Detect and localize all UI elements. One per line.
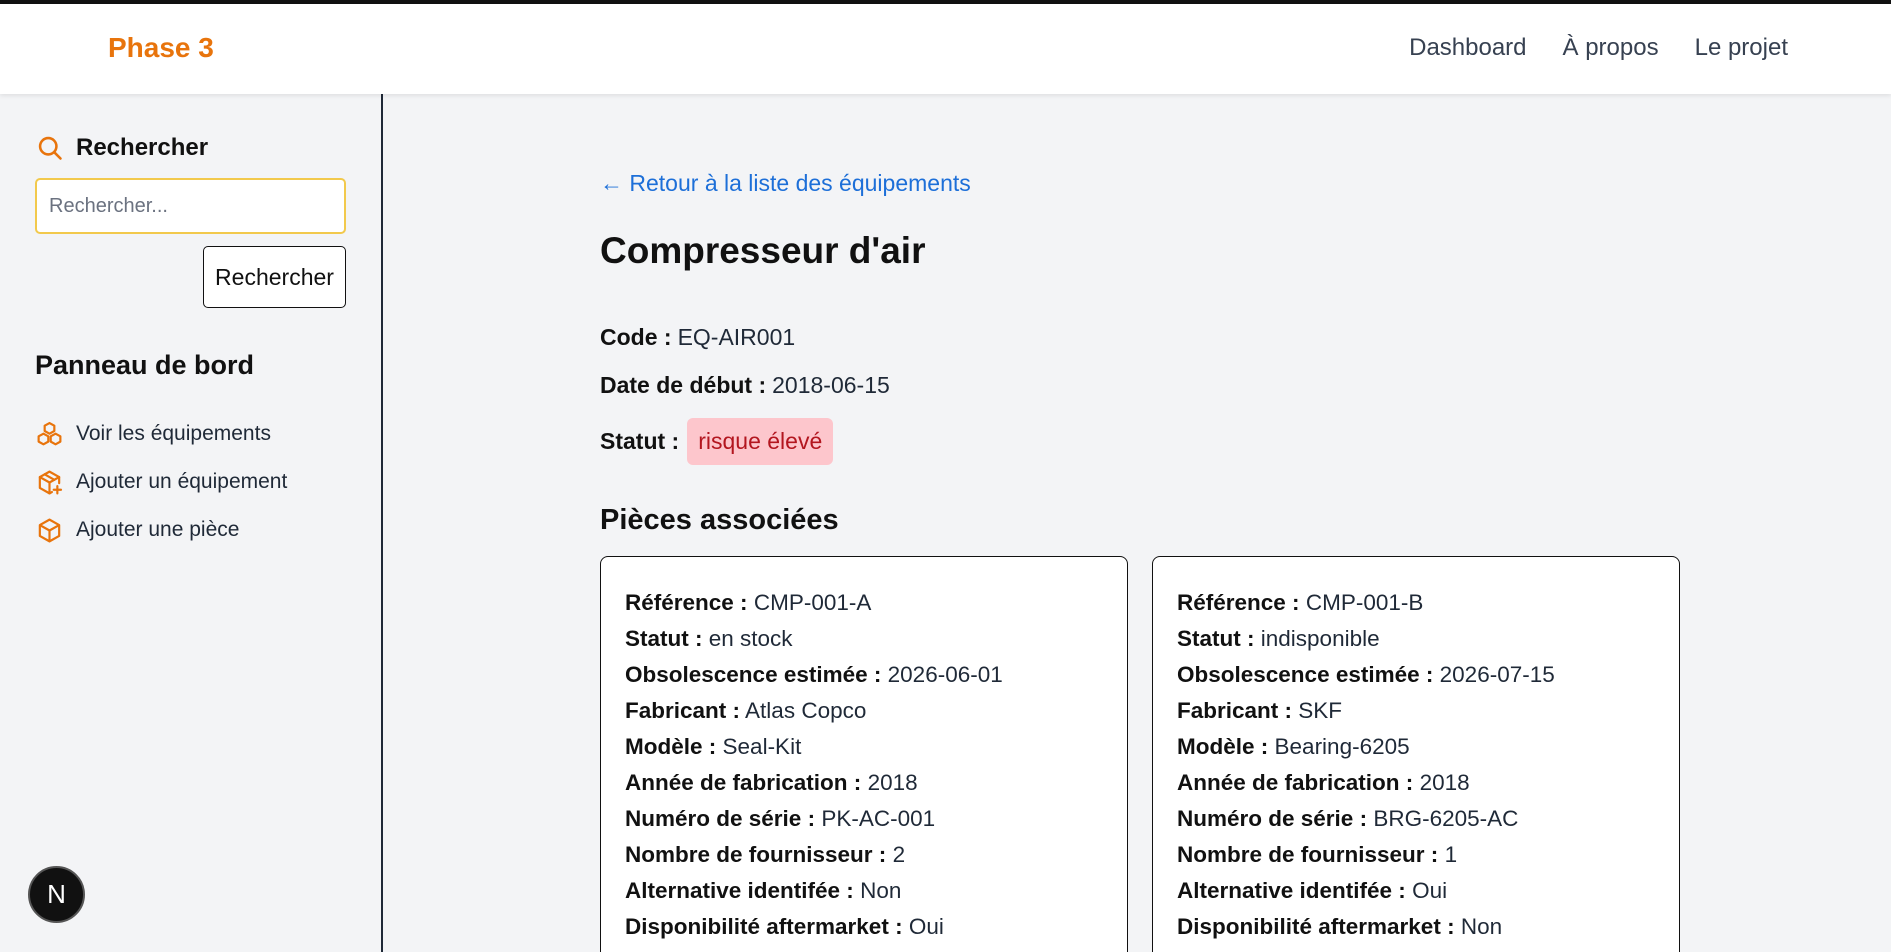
code-value: EQ-AIR001 — [677, 324, 796, 350]
sidebar: Rechercher Rechercher Panneau de bord Vo… — [0, 94, 383, 952]
nav-dashboard[interactable]: Dashboard — [1409, 34, 1526, 62]
part-card: Référence : CMP-001-B Statut : indisponi… — [1152, 556, 1680, 952]
date-value: 2018-06-15 — [772, 372, 890, 398]
sidebar-item-label: Ajouter une pièce — [76, 518, 240, 541]
part-field-aftermarket: Disponibilité aftermarket : Non — [1177, 914, 1503, 939]
brand-logo[interactable]: Phase 3 — [108, 32, 214, 64]
sidebar-item-label: Voir les équipements — [76, 422, 271, 445]
part-field-serial: Numéro de série : BRG-6205-AC — [1177, 806, 1519, 831]
parts-title: Pièces associées — [600, 504, 839, 536]
part-field-year: Année de fabrication : 2018 — [1177, 770, 1470, 795]
part-field-alternative: Alternative identifée : Oui — [1177, 878, 1448, 903]
back-link[interactable]: ← Retour à la liste des équipements — [600, 170, 971, 197]
part-field-obsolescence: Obsolescence estimée : 2026-07-15 — [1177, 662, 1555, 687]
part-field-reference: Référence : CMP-001-B — [1177, 590, 1424, 615]
boxes-icon — [37, 421, 62, 445]
sidebar-item-add-equipment[interactable]: Ajouter un équipement — [35, 458, 287, 506]
page-title: Compresseur d'air — [600, 230, 926, 271]
date-label: Date de début : — [600, 372, 767, 398]
part-field-model: Modèle : Bearing-6205 — [1177, 734, 1410, 759]
search-icon — [38, 136, 62, 160]
sidebar-item-label: Ajouter un équipement — [76, 470, 288, 493]
sidebar-item-add-part[interactable]: Ajouter une pièce — [35, 506, 287, 554]
part-field-serial: Numéro de série : PK-AC-001 — [625, 806, 936, 831]
nav-project[interactable]: Le projet — [1695, 34, 1788, 62]
part-field-model: Modèle : Seal-Kit — [625, 734, 802, 759]
search-button[interactable]: Rechercher — [203, 246, 346, 308]
search-header: Rechercher — [36, 134, 208, 162]
status-field: Statut : risque élevé — [600, 418, 834, 465]
part-field-year: Année de fabrication : 2018 — [625, 770, 918, 795]
panel-title: Panneau de bord — [35, 350, 255, 380]
sidebar-menu: Voir les équipements Ajouter un équipeme… — [35, 410, 287, 554]
part-field-obsolescence: Obsolescence estimée : 2026-06-01 — [625, 662, 1003, 687]
part-field-aftermarket: Disponibilité aftermarket : Oui — [625, 914, 944, 939]
nav-about[interactable]: À propos — [1563, 34, 1659, 62]
status-label: Statut : — [600, 428, 680, 454]
part-field-manufacturer: Fabricant : SKF — [1177, 698, 1343, 723]
date-field: Date de début : 2018-06-15 — [600, 372, 890, 399]
sidebar-item-view-equipment[interactable]: Voir les équipements — [35, 410, 287, 458]
part-field-manufacturer: Fabricant : Atlas Copco — [625, 698, 867, 723]
main-content: ← Retour à la liste des équipements Comp… — [385, 94, 1891, 952]
code-label: Code : — [600, 324, 672, 350]
part-field-suppliers: Nombre de fournisseur : 1 — [1177, 842, 1458, 867]
part-field-status: Statut : en stock — [625, 626, 793, 651]
box-icon — [38, 518, 61, 542]
code-field: Code : EQ-AIR001 — [600, 324, 795, 351]
package-plus-icon — [38, 470, 63, 494]
top-nav: Dashboard À propos Le projet — [1409, 34, 1788, 62]
search-input[interactable] — [35, 178, 346, 234]
status-badge: risque élevé — [687, 418, 834, 465]
part-card: Référence : CMP-001-A Statut : en stock … — [600, 556, 1128, 952]
part-field-alternative: Alternative identifée : Non — [625, 878, 902, 903]
top-header: Phase 3 Dashboard À propos Le projet — [0, 4, 1891, 94]
search-title: Rechercher — [76, 134, 209, 161]
part-field-suppliers: Nombre de fournisseur : 2 — [625, 842, 906, 867]
part-field-status: Statut : indisponible — [1177, 626, 1380, 651]
part-field-reference: Référence : CMP-001-A — [625, 590, 872, 615]
nextjs-dev-badge[interactable]: N — [28, 866, 85, 923]
